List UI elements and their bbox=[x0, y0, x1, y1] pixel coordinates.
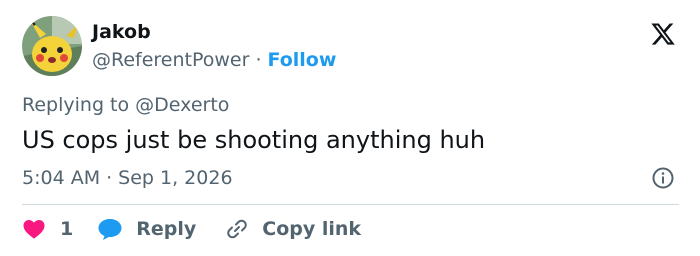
tweet-text: US cops just be shooting anything huh bbox=[22, 126, 486, 154]
avatar[interactable] bbox=[22, 16, 82, 76]
tweet-time: 5:04 AM bbox=[22, 167, 101, 189]
divider bbox=[22, 204, 679, 205]
reply-mention-link[interactable]: @Dexerto bbox=[135, 94, 229, 116]
handle[interactable]: @ReferentPower bbox=[92, 49, 249, 71]
separator-dot: · bbox=[255, 49, 262, 71]
author-block: Jakob @ReferentPower · Follow bbox=[92, 20, 336, 72]
x-logo-icon[interactable] bbox=[649, 21, 677, 47]
timestamp[interactable]: 5:04 AM · Sep 1, 2026 bbox=[22, 165, 233, 191]
tweet-date: Sep 1, 2026 bbox=[118, 167, 233, 189]
tweet-card: Jakob @ReferentPower · Follow Replying to … bbox=[0, 0, 700, 256]
info-icon[interactable] bbox=[651, 166, 675, 190]
heart-icon bbox=[23, 220, 45, 239]
speech-bubble-icon bbox=[98, 219, 122, 240]
action-bar: 1 Reply Copy link bbox=[22, 214, 361, 244]
reply-button[interactable]: Reply bbox=[97, 214, 196, 244]
handle-line: @ReferentPower · Follow bbox=[92, 48, 336, 72]
follow-button[interactable]: Follow bbox=[267, 49, 336, 71]
link-icon bbox=[227, 219, 248, 239]
copy-link-button[interactable]: Copy link bbox=[225, 214, 361, 244]
like-count: 1 bbox=[60, 218, 74, 240]
display-name[interactable]: Jakob bbox=[92, 20, 336, 44]
reply-context: Replying to @Dexerto bbox=[22, 92, 229, 118]
replying-prefix: Replying to bbox=[22, 94, 130, 116]
copy-link-label: Copy link bbox=[262, 218, 362, 240]
separator-dot: · bbox=[106, 167, 113, 189]
reply-label: Reply bbox=[136, 218, 197, 240]
like-button[interactable]: 1 bbox=[22, 214, 73, 244]
